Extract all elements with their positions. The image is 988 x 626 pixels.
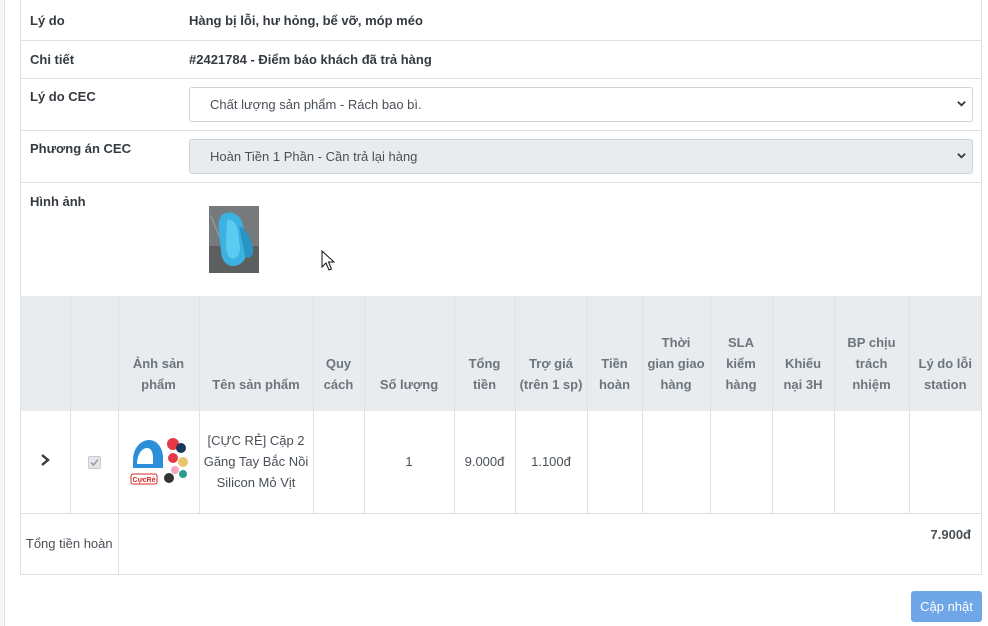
header-station-reason: Lý do lỗi station: [909, 296, 981, 411]
detail-label: Chi tiết: [30, 52, 75, 67]
total-refund-label: Tổng tiền hoàn: [21, 513, 119, 574]
images-label: Hình ảnh: [30, 194, 86, 209]
chevron-right-icon[interactable]: [40, 454, 51, 467]
checkbox-cell: [70, 411, 119, 514]
total-refund-value: 7.900đ: [930, 526, 971, 542]
table-header-row: Ảnh sản phẩm Tên sản phẩm Quy cách Số lư…: [21, 296, 981, 411]
product-image-cell: CựcRẻ: [118, 411, 200, 514]
header-delivery-time: Thời gian giao hàng: [642, 296, 711, 411]
svg-text:CựcRẻ: CựcRẻ: [132, 477, 155, 484]
cec-plan-row: Phương án CEC Hoàn Tiền 1 Phần - Cần trả…: [21, 131, 981, 183]
cec-reason-label: Lý do CEC: [30, 89, 96, 104]
header-total: Tổng tiền: [454, 296, 516, 411]
sla-cell: [710, 411, 773, 514]
evidence-photo: [209, 206, 259, 273]
responsible-cell: [834, 411, 910, 514]
total-cell: 9.000đ: [454, 411, 516, 514]
header-spec: Quy cách: [313, 296, 365, 411]
cec-plan-label: Phương án CEC: [30, 141, 131, 156]
update-button[interactable]: Cập nhật: [911, 591, 982, 622]
header-sla: SLA kiểm hàng: [710, 296, 773, 411]
cec-reason-row: Lý do CEC Chất lượng sản phẩm - Rách bao…: [21, 79, 981, 131]
reason-row: Lý do Hàng bị lỗi, hư hỏng, bể vỡ, móp m…: [21, 0, 981, 41]
complaint-cell: [772, 411, 835, 514]
cec-reason-select[interactable]: Chất lượng sản phẩm - Rách bao bì.: [189, 87, 973, 122]
return-detail-card: Lý do Hàng bị lỗi, hư hỏng, bể vỡ, móp m…: [20, 0, 982, 575]
header-qty: Số lượng: [364, 296, 455, 411]
header-image: Ảnh sản phẩm: [118, 296, 200, 411]
mouse-cursor-icon: [321, 250, 335, 271]
chevron-down-icon: [957, 153, 966, 159]
spec-cell: [313, 411, 365, 514]
cec-reason-selected: Chất lượng sản phẩm - Rách bao bì.: [210, 97, 422, 112]
header-complaint: Khiếu nại 3H: [772, 296, 835, 411]
detail-row: Chi tiết #2421784 - Điểm báo khách đã tr…: [21, 41, 981, 79]
qty-cell: 1: [364, 411, 455, 514]
evidence-image-thumbnail[interactable]: [209, 206, 259, 273]
reason-value: Hàng bị lỗi, hư hỏng, bể vỡ, móp méo: [189, 13, 423, 28]
row-checkbox: [87, 456, 101, 470]
cec-plan-selected: Hoàn Tiền 1 Phần - Cần trả lại hàng: [210, 149, 418, 164]
header-name: Tên sản phẩm: [199, 296, 314, 411]
images-row: Hình ảnh: [21, 183, 981, 296]
products-table: Ảnh sản phẩm Tên sản phẩm Quy cách Số lư…: [21, 296, 981, 574]
chevron-down-icon: [957, 101, 966, 107]
header-refund: Tiền hoàn: [587, 296, 643, 411]
total-refund-row: Tổng tiền hoàn 7.900đ: [21, 513, 981, 574]
cec-plan-select[interactable]: Hoàn Tiền 1 Phần - Cần trả lại hàng: [189, 139, 973, 174]
header-subsidy: Trợ giá (trên 1 sp): [515, 296, 588, 411]
refund-cell: [587, 411, 643, 514]
expand-cell[interactable]: [21, 411, 71, 514]
header-responsible: BP chịu trách nhiệm: [834, 296, 910, 411]
delivery-time-cell: [642, 411, 711, 514]
header-expand: [21, 296, 71, 411]
header-checkbox: [70, 296, 119, 411]
station-reason-cell: [909, 411, 981, 514]
check-icon: [89, 459, 99, 467]
table-row: CựcRẻ [CỰC RẺ] Cặp 2 Găng Tay Bắc Nồi Si…: [21, 411, 981, 514]
product-image[interactable]: CựcRẻ: [128, 433, 189, 490]
page-left-edge: [0, 0, 5, 626]
detail-value: #2421784 - Điểm báo khách đã trả hàng: [189, 52, 432, 67]
product-name-cell: [CỰC RẺ] Cặp 2 Găng Tay Bắc Nồi Silicon …: [199, 411, 314, 514]
reason-label: Lý do: [30, 13, 65, 28]
subsidy-cell: 1.100đ: [515, 411, 588, 514]
